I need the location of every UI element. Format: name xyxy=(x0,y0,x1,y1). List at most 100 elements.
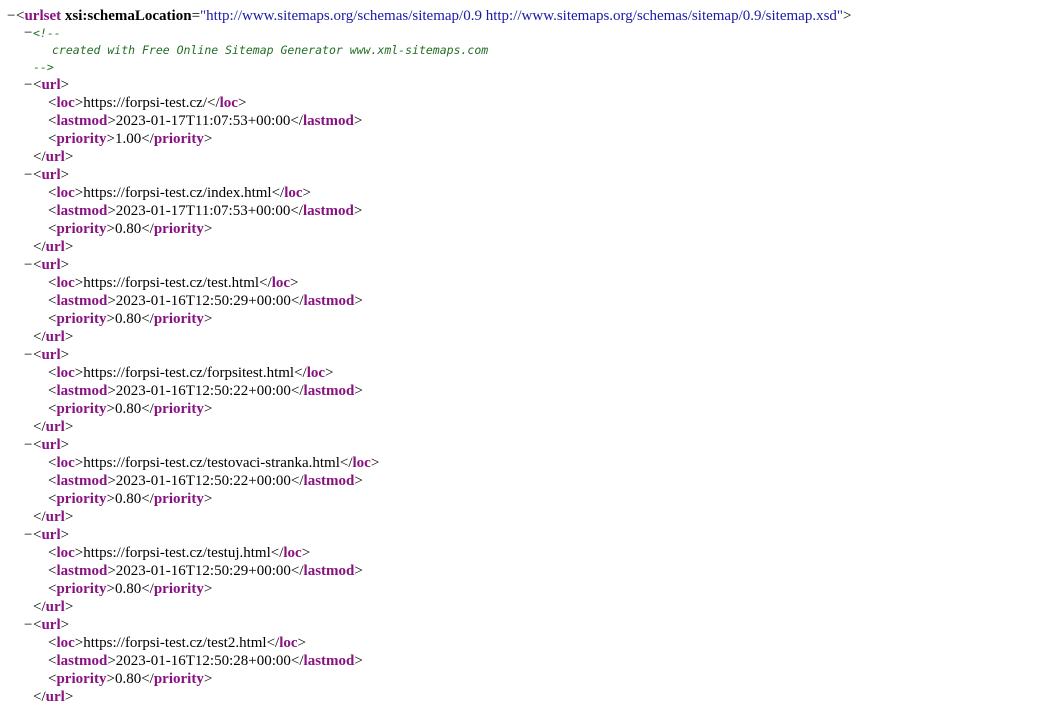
priority-value: 1.00 xyxy=(114,131,142,147)
priority-close-tag: priority xyxy=(153,221,204,237)
url-open-line: −<url> xyxy=(24,436,70,454)
collapse-toggle-icon[interactable]: − xyxy=(24,436,33,454)
url-tag: url xyxy=(41,527,61,543)
collapse-toggle-icon[interactable]: − xyxy=(7,7,16,25)
collapse-toggle-icon[interactable]: − xyxy=(24,76,33,94)
lastmod-close-tag: lastmod xyxy=(303,383,355,399)
loc-line: <loc>https://forpsi-test.cz/test.html</l… xyxy=(48,275,299,291)
lastmod-close-tag: lastmod xyxy=(302,113,354,129)
priority-close-tag: priority xyxy=(153,581,204,597)
url-entry: −<url> <loc>https://forpsi-test.cz/testuj… xyxy=(0,526,1058,616)
priority-open-tag: priority xyxy=(56,311,107,327)
comment-open: <!-- xyxy=(33,26,61,40)
priority-open-tag: priority xyxy=(56,581,107,597)
url-open-line: −<url> xyxy=(24,166,70,184)
url-close-tag: url xyxy=(45,149,65,165)
lastmod-open-tag: lastmod xyxy=(56,653,108,669)
url-entries: −<url> <loc>https://forpsi-test.cz/</loc>… xyxy=(0,76,1058,706)
url-open-line: −<url> xyxy=(24,76,70,94)
comment-collapse-toggle-icon[interactable]: − xyxy=(24,25,33,42)
priority-line: <priority>0.80</priority> xyxy=(48,311,213,327)
collapse-toggle-icon[interactable]: − xyxy=(24,166,33,184)
comment-close: --> xyxy=(33,60,54,74)
priority-open-tag: priority xyxy=(56,671,107,687)
lastmod-value: 2023-01-16T12:50:28+00:00 xyxy=(115,653,291,669)
lastmod-close-tag: lastmod xyxy=(302,203,354,219)
loc-value: https://forpsi-test.cz/testuj.html xyxy=(83,545,271,561)
collapse-toggle-icon[interactable]: − xyxy=(24,526,33,544)
urlset-open-line: −<urlset xsi:schemaLocation="http://www.… xyxy=(7,7,852,25)
url-tag: url xyxy=(41,167,61,183)
loc-close-tag: loc xyxy=(306,365,326,381)
lastmod-open-tag: lastmod xyxy=(56,293,108,309)
priority-value: 0.80 xyxy=(114,671,142,687)
loc-open-tag: loc xyxy=(56,365,75,381)
loc-value: https://forpsi-test.cz/ xyxy=(83,95,207,111)
url-tag: url xyxy=(41,257,61,273)
loc-close-tag: loc xyxy=(283,545,302,561)
priority-open-tag: priority xyxy=(56,131,107,147)
lastmod-line: <lastmod>2023-01-17T11:07:53+00:00</last… xyxy=(48,113,363,129)
loc-open-tag: loc xyxy=(56,95,75,111)
lastmod-open-tag: lastmod xyxy=(56,383,108,399)
lastmod-open-tag: lastmod xyxy=(56,473,108,489)
url-entry: −<url> <loc>https://forpsi-test.cz/test2.… xyxy=(0,616,1058,706)
lastmod-line: <lastmod>2023-01-17T11:07:53+00:00</last… xyxy=(48,203,363,219)
priority-value: 0.80 xyxy=(114,491,142,507)
url-close-line: </url> xyxy=(33,599,74,615)
lastmod-value: 2023-01-17T11:07:53+00:00 xyxy=(115,113,291,129)
priority-value: 0.80 xyxy=(114,311,142,327)
loc-close-tag: loc xyxy=(284,185,303,201)
loc-close-tag: loc xyxy=(352,455,371,471)
loc-value: https://forpsi-test.cz/index.html xyxy=(83,185,272,201)
url-open-line: −<url> xyxy=(24,346,70,364)
loc-close-tag: loc xyxy=(219,95,238,111)
loc-line: <loc>https://forpsi-test.cz/testuj.html<… xyxy=(48,545,311,561)
xml-tree-view: −<urlset xsi:schemaLocation="http://www.… xyxy=(0,0,1058,706)
url-entry: −<url> <loc>https://forpsi-test.cz/test.h… xyxy=(0,256,1058,346)
loc-value: https://forpsi-test.cz/test2.html xyxy=(83,635,267,651)
priority-line: <priority>0.80</priority> xyxy=(48,401,213,417)
url-close-tag: url xyxy=(45,509,65,525)
urlset-tag: urlset xyxy=(24,8,62,24)
collapse-toggle-icon[interactable]: − xyxy=(24,256,33,274)
priority-line: <priority>0.80</priority> xyxy=(48,581,213,597)
priority-open-tag: priority xyxy=(56,491,107,507)
url-tag: url xyxy=(41,347,61,363)
url-close-tag: url xyxy=(45,419,65,435)
priority-open-tag: priority xyxy=(56,401,107,417)
loc-open-tag: loc xyxy=(56,545,75,561)
collapse-toggle-icon[interactable]: − xyxy=(24,346,33,364)
url-close-tag: url xyxy=(45,599,65,615)
loc-line: <loc>https://forpsi-test.cz/forpsitest.h… xyxy=(48,365,334,381)
url-open-line: −<url> xyxy=(24,526,70,544)
lastmod-line: <lastmod>2023-01-16T12:50:29+00:00</last… xyxy=(48,293,363,309)
url-tag: url xyxy=(41,77,61,93)
lastmod-line: <lastmod>2023-01-16T12:50:28+00:00</last… xyxy=(48,653,363,669)
url-open-line: −<url> xyxy=(24,256,70,274)
collapse-toggle-icon[interactable]: − xyxy=(24,616,33,634)
lastmod-value: 2023-01-16T12:50:22+00:00 xyxy=(115,383,291,399)
loc-value: https://forpsi-test.cz/test.html xyxy=(83,275,260,291)
lastmod-line: <lastmod>2023-01-16T12:50:22+00:00</last… xyxy=(48,383,363,399)
loc-open-tag: loc xyxy=(56,635,75,651)
lastmod-close-tag: lastmod xyxy=(303,293,355,309)
lastmod-open-tag: lastmod xyxy=(56,113,108,129)
url-open-line: −<url> xyxy=(24,616,70,634)
loc-value: https://forpsi-test.cz/forpsitest.html xyxy=(83,365,295,381)
lastmod-value: 2023-01-16T12:50:22+00:00 xyxy=(115,473,291,489)
url-close-line: </url> xyxy=(33,149,74,165)
url-close-tag: url xyxy=(45,239,65,255)
priority-line: <priority>0.80</priority> xyxy=(48,491,213,507)
lastmod-open-tag: lastmod xyxy=(56,203,108,219)
priority-line: <priority>0.80</priority> xyxy=(48,221,213,237)
lastmod-close-tag: lastmod xyxy=(303,653,355,669)
lastmod-open-tag: lastmod xyxy=(56,563,108,579)
lastmod-line: <lastmod>2023-01-16T12:50:29+00:00</last… xyxy=(48,563,363,579)
priority-open-tag: priority xyxy=(56,221,107,237)
priority-line: <priority>1.00</priority> xyxy=(48,131,213,147)
url-close-tag: url xyxy=(45,329,65,345)
url-close-line: </url> xyxy=(33,419,74,435)
url-close-line: </url> xyxy=(33,239,74,255)
url-tag: url xyxy=(41,617,61,633)
